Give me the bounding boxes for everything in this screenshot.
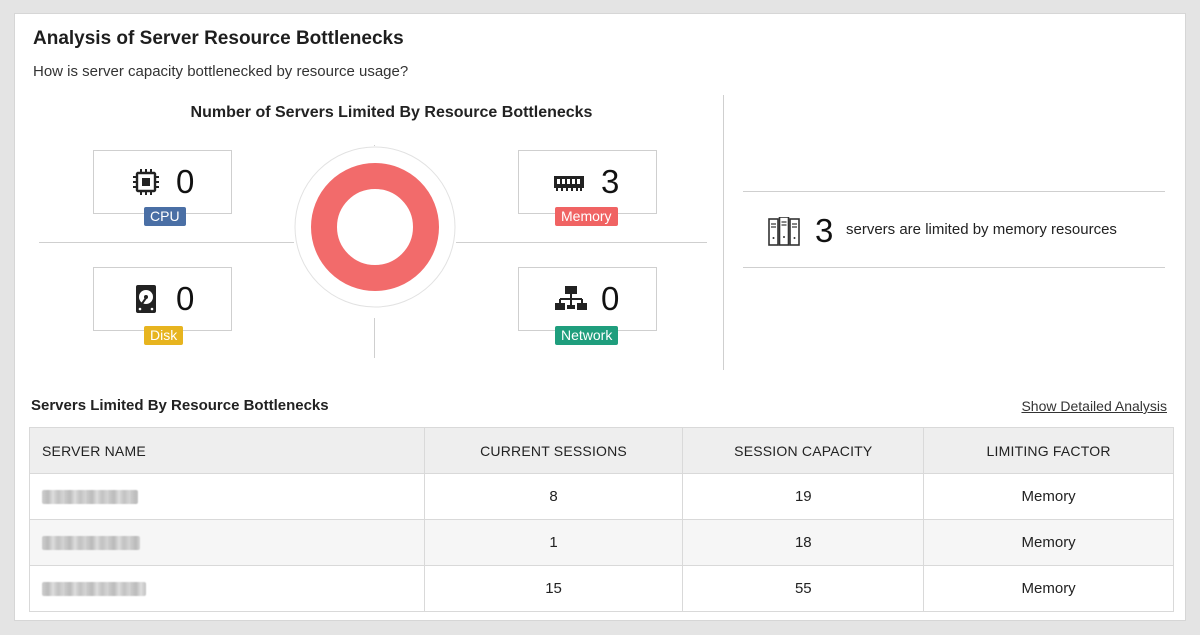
- panel-title: Number of Servers Limited By Resource Bo…: [190, 104, 593, 121]
- metric-disk-badge: Disk: [144, 326, 184, 345]
- table-row[interactable]: 8 19 Memory: [29, 473, 1174, 520]
- divider-horizontal-left: [39, 242, 294, 243]
- summary-row: 3 servers are limited by memory resource…: [743, 191, 1165, 268]
- session-capacity-cell: 55: [682, 565, 925, 612]
- show-detailed-analysis-link[interactable]: Show Detailed Analysis: [1021, 398, 1167, 414]
- table-title: Servers Limited By Resource Bottlenecks: [31, 397, 329, 414]
- session-capacity-cell: 18: [682, 519, 925, 566]
- page-title: Analysis of Server Resource Bottlenecks: [33, 28, 404, 49]
- metric-cpu[interactable]: 0: [93, 150, 232, 214]
- metric-network-value: 0: [601, 280, 620, 317]
- divider-horizontal-right: [456, 242, 707, 243]
- server-name-cell: [29, 519, 425, 566]
- donut-svg: [294, 146, 456, 308]
- current-sessions-cell: 15: [423, 565, 684, 612]
- table-row[interactable]: 15 55 Memory: [29, 565, 1174, 612]
- limiting-factor-cell: Memory: [923, 519, 1174, 566]
- memory-icon: [554, 176, 584, 191]
- servers-table: SERVER NAME CURRENT SESSIONS SESSION CAP…: [29, 427, 1174, 612]
- table-header-row: SERVER NAME CURRENT SESSIONS SESSION CAP…: [29, 427, 1174, 474]
- network-icon: [555, 286, 587, 310]
- page-subtitle: How is server capacity bottlenecked by r…: [33, 63, 409, 80]
- metric-disk[interactable]: 0: [93, 267, 232, 331]
- column-header-session-capacity[interactable]: SESSION CAPACITY: [682, 427, 925, 474]
- limiting-factor-cell: Memory: [923, 565, 1174, 612]
- metric-network[interactable]: 0: [518, 267, 657, 331]
- column-header-limiting-factor[interactable]: LIMITING FACTOR: [923, 427, 1174, 474]
- metric-memory-value: 3: [601, 163, 620, 200]
- redacted-server-name: [42, 582, 146, 597]
- server-name-cell: [29, 473, 425, 520]
- server-rack-icon: [768, 217, 800, 246]
- summary-count: 3: [815, 212, 834, 249]
- bottleneck-card: Analysis of Server Resource Bottlenecks …: [14, 13, 1186, 621]
- current-sessions-cell: 8: [423, 473, 684, 520]
- divider-vertical-bottom-stub: [374, 318, 375, 358]
- column-header-server-name[interactable]: SERVER NAME: [29, 427, 425, 474]
- current-sessions-cell: 1: [423, 519, 684, 566]
- session-capacity-cell: 19: [682, 473, 925, 520]
- disk-icon: [136, 285, 156, 313]
- cpu-icon: [133, 169, 159, 195]
- panel-separator: [723, 95, 724, 370]
- redacted-server-name: [42, 536, 140, 551]
- summary-text: servers are limited by memory resources: [846, 221, 1117, 238]
- column-header-current-sessions[interactable]: CURRENT SESSIONS: [423, 427, 684, 474]
- table-row[interactable]: 1 18 Memory: [29, 519, 1174, 566]
- server-name-cell: [29, 565, 425, 612]
- metric-memory-badge: Memory: [555, 207, 618, 226]
- metric-cpu-badge: CPU: [144, 207, 186, 226]
- limiting-factor-cell: Memory: [923, 473, 1174, 520]
- metric-memory[interactable]: 3: [518, 150, 657, 214]
- metric-cpu-value: 0: [176, 163, 195, 200]
- bottleneck-donut: [294, 146, 456, 308]
- redacted-server-name: [42, 490, 138, 505]
- metric-disk-value: 0: [176, 280, 195, 317]
- metric-network-badge: Network: [555, 326, 619, 345]
